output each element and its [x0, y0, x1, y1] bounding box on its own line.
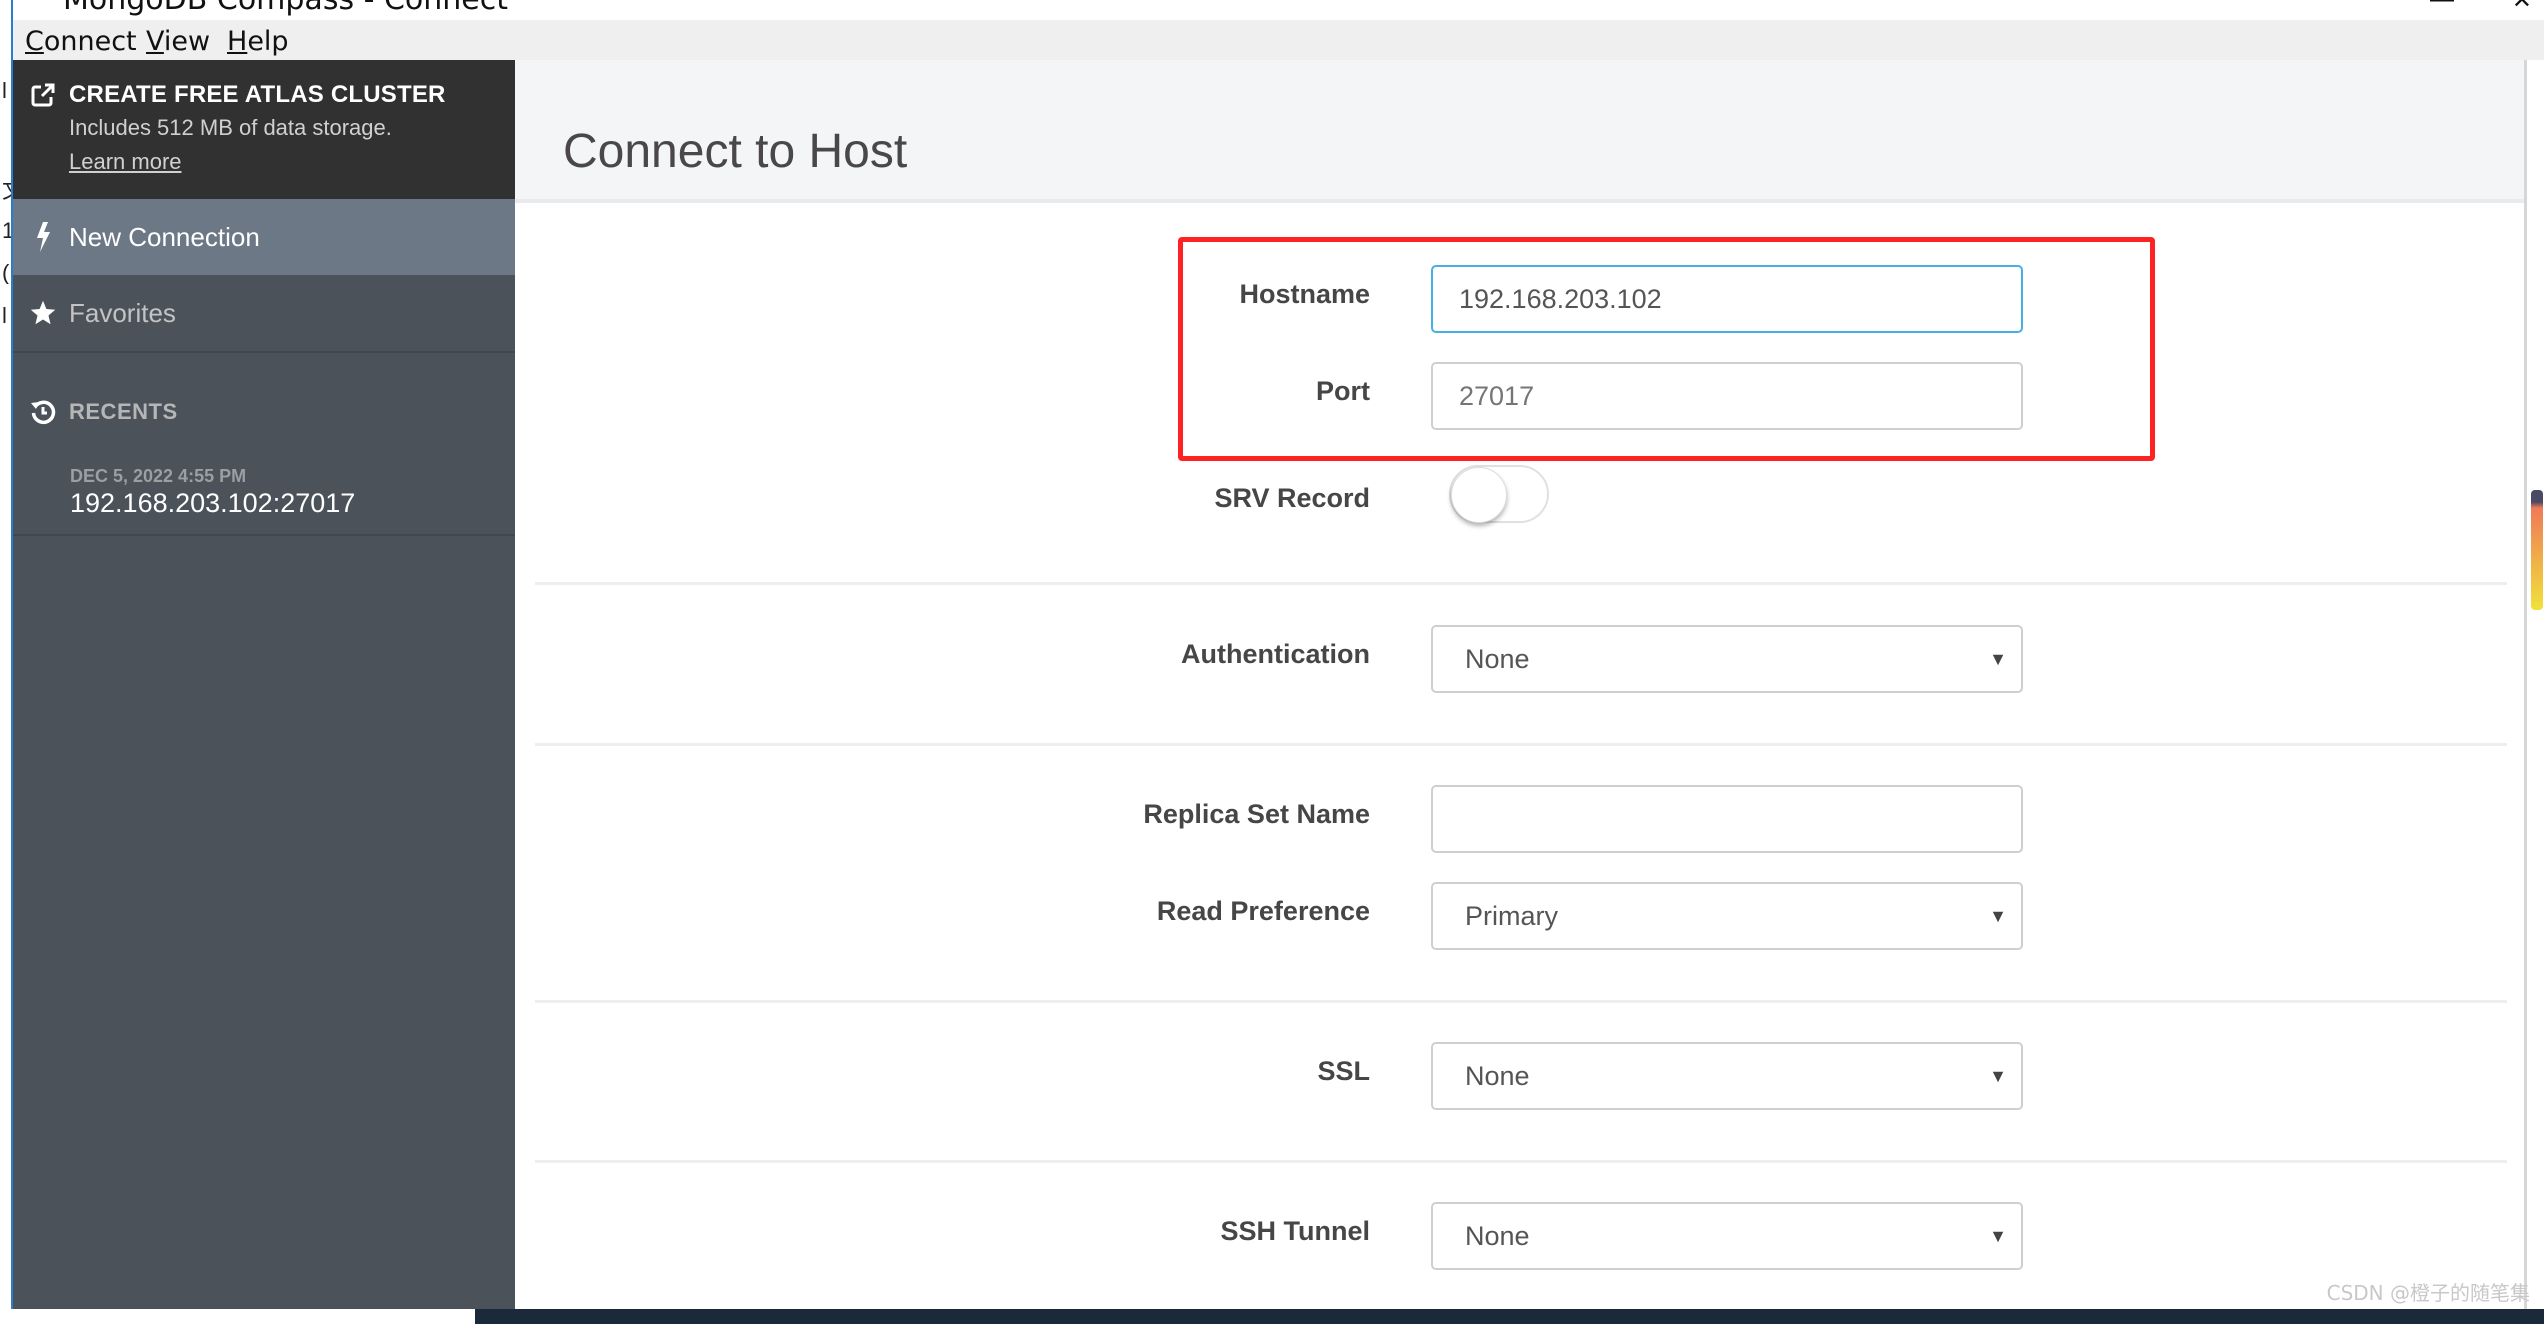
menu-view-mnemonic: V	[146, 26, 164, 57]
atlas-title[interactable]: CREATE FREE ATLAS CLUSTER	[69, 81, 446, 109]
menu-help-mnemonic: H	[227, 26, 248, 57]
ssh-tunnel-value: None	[1465, 1221, 1530, 1251]
page-title: Connect to Host	[563, 125, 908, 178]
recents-header: RECENTS	[13, 392, 515, 432]
hostname-row: Hostname	[515, 265, 2515, 333]
srv-record-label: SRV Record	[1214, 483, 1370, 513]
close-button[interactable]: ✕	[2512, 0, 2532, 15]
sidebar-item-label: New Connection	[69, 221, 260, 252]
page-header: Connect to Host	[515, 60, 2524, 203]
replica-set-label: Replica Set Name	[1143, 799, 1370, 829]
ssh-tunnel-select[interactable]: None ▼	[1431, 1202, 2023, 1270]
scrollbar-thumb[interactable]	[2531, 490, 2543, 610]
port-input[interactable]	[1431, 362, 2023, 430]
port-row: Port	[515, 362, 2515, 430]
menu-view[interactable]: View	[146, 26, 210, 57]
replica-set-input[interactable]	[1431, 785, 2023, 853]
menu-connect-label: onnect	[43, 26, 137, 57]
sidebar-item-label: Favorites	[69, 297, 176, 328]
recents-label: RECENTS	[69, 399, 178, 424]
sidebar: CREATE FREE ATLAS CLUSTER Includes 512 M…	[13, 60, 515, 1309]
recent-connection-host: 192.168.203.102:27017	[70, 488, 356, 518]
menu-help[interactable]: Help	[227, 26, 289, 57]
read-preference-select[interactable]: Primary ▼	[1431, 882, 2023, 950]
section-divider	[535, 1000, 2507, 1003]
compass-window: MongoDB Compass - Connect — ✕ Connect Vi…	[11, 0, 2544, 1312]
window-title: MongoDB Compass - Connect	[63, 0, 508, 17]
hostname-label: Hostname	[1239, 279, 1370, 309]
replica-set-row: Replica Set Name	[515, 785, 2515, 853]
learn-more-link[interactable]: Learn more	[69, 149, 182, 175]
main-panel: Connect to Host Hostname Port SRV Record…	[515, 60, 2524, 1309]
menu-view-label: iew	[163, 26, 211, 57]
taskbar-gap	[0, 1309, 475, 1324]
authentication-value: None	[1465, 644, 1530, 674]
authentication-select[interactable]: None ▼	[1431, 625, 2023, 693]
read-preference-value: Primary	[1465, 901, 1558, 931]
srv-record-toggle[interactable]	[1449, 465, 1549, 523]
minimize-button[interactable]: —	[2430, 0, 2454, 14]
authentication-row: Authentication None ▼	[515, 625, 2515, 693]
authentication-label: Authentication	[1181, 639, 1370, 669]
title-bar: MongoDB Compass - Connect — ✕	[13, 0, 2544, 20]
section-divider	[535, 743, 2507, 746]
ssh-tunnel-row: SSH Tunnel None ▼	[515, 1202, 2515, 1270]
ssl-select[interactable]: None ▼	[1431, 1042, 2023, 1110]
read-preference-label: Read Preference	[1156, 896, 1370, 926]
toggle-knob	[1451, 467, 1507, 523]
lightning-bolt-icon	[13, 222, 69, 252]
menu-connect[interactable]: Connect	[25, 26, 137, 57]
read-preference-row: Read Preference Primary ▼	[515, 882, 2515, 950]
ssl-value: None	[1465, 1061, 1530, 1091]
section-divider	[535, 582, 2507, 585]
taskbar	[0, 1309, 2544, 1324]
recent-connection-item[interactable]: DEC 5, 2022 4:55 PM 192.168.203.102:2701…	[13, 460, 515, 536]
hostname-input[interactable]	[1431, 265, 2023, 333]
menu-connect-mnemonic: C	[25, 26, 44, 57]
ssh-tunnel-label: SSH Tunnel	[1220, 1216, 1370, 1246]
sidebar-item-favorites[interactable]: Favorites	[13, 275, 515, 353]
port-label: Port	[1316, 376, 1370, 406]
atlas-promo: CREATE FREE ATLAS CLUSTER Includes 512 M…	[13, 60, 515, 199]
section-divider	[535, 1160, 2507, 1163]
recent-connection-date: DEC 5, 2022 4:55 PM	[70, 466, 247, 486]
star-icon	[13, 299, 69, 327]
right-scrollbar[interactable]	[2524, 60, 2544, 1309]
menu-bar: Connect View Help	[13, 20, 2544, 60]
ssl-row: SSL None ▼	[515, 1042, 2515, 1110]
atlas-subtitle: Includes 512 MB of data storage.	[69, 115, 392, 140]
caret-down-icon: ▼	[1989, 1226, 2007, 1246]
menu-help-label: elp	[247, 26, 289, 57]
history-icon	[13, 399, 69, 425]
srv-record-row: SRV Record	[515, 465, 2515, 533]
watermark: CSDN @橙子的随笔集	[2326, 1281, 2530, 1305]
caret-down-icon: ▼	[1989, 649, 2007, 669]
external-link-icon	[31, 83, 55, 107]
caret-down-icon: ▼	[1989, 1066, 2007, 1086]
caret-down-icon: ▼	[1989, 906, 2007, 926]
sidebar-item-new-connection[interactable]: New Connection	[13, 199, 515, 275]
ssl-label: SSL	[1317, 1056, 1370, 1086]
